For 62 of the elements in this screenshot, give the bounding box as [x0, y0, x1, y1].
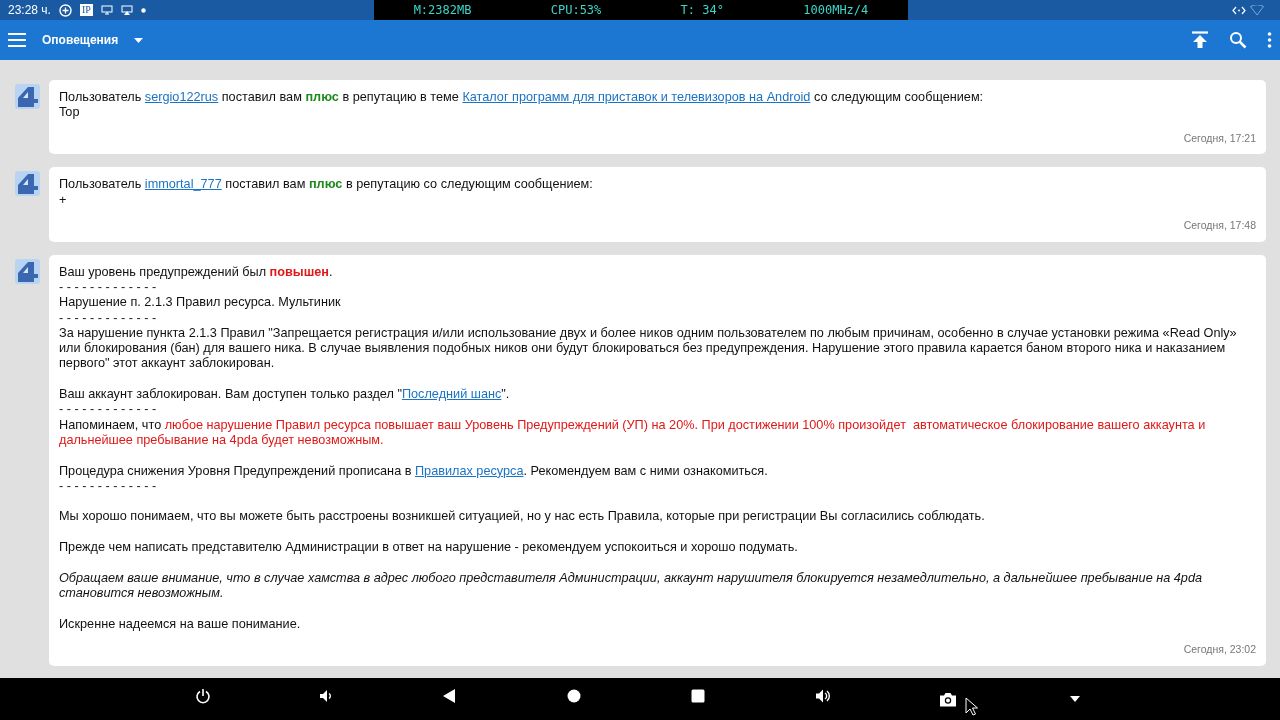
- volume-down-button[interactable]: [319, 688, 333, 703]
- separator-text: - - - - - - - - - - - - -: [59, 478, 158, 495]
- message-text: Ваш аккаунт заблокирован. Вам доступен только раздел "Последний шанс".: [59, 387, 511, 403]
- text-link[interactable]: Каталог программ для приставок и телевизоров на Android: [462, 90, 811, 104]
- back-button[interactable]: [443, 688, 455, 703]
- screenshot-button[interactable]: [939, 691, 957, 707]
- notification-time: Сегодня, 23:02: [1182, 641, 1256, 657]
- expand-button[interactable]: [1070, 696, 1080, 702]
- menu-button[interactable]: [8, 33, 26, 47]
- text-link[interactable]: sergio122rus: [144, 90, 219, 104]
- text-link[interactable]: Правилах ресурса: [415, 463, 524, 478]
- data-transfer-icon: [1232, 5, 1246, 15]
- home-button[interactable]: [567, 688, 581, 703]
- separator-text: - - - - - - - - - - - - -: [59, 310, 158, 326]
- volume-down-icon: [319, 688, 333, 703]
- message-text: Пользователь sergio122rus поставил вам плюс в репутацию в теме Каталог программ для приставок и телевизоров на Android со следующим сообщением:: [59, 90, 985, 106]
- message-text: Обращаем ваше внимание, что в случае хамства в адрес любого представителя Администрации, аккаунт нарушителя блокируется незамедлительно, а дальнейшее пребывание на 4pda становится невозможным.: [59, 570, 1203, 602]
- mouse-cursor-icon: [965, 696, 978, 716]
- logo-icon: [15, 258, 40, 284]
- text-link[interactable]: immortal_777: [144, 177, 222, 192]
- volume-up-icon: [815, 687, 831, 704]
- cast-icon: [120, 5, 133, 15]
- message-text: Процедура снижения Уровня Предупреждений прописана в Правилах ресурса. Рекомендуем вам с ними ознакомиться.: [59, 463, 769, 479]
- message-text: Пользователь immortal_777 поставил вам плюс в репутацию со следующим сообщением:: [59, 177, 594, 193]
- recent-apps-button[interactable]: [691, 688, 705, 703]
- search-button[interactable]: [1229, 31, 1247, 49]
- monitor-reading: CPU:53%: [550, 2, 602, 19]
- monitor-reading: M:2382MB: [413, 2, 472, 19]
- notification-time: Сегодня, 17:21: [1182, 130, 1256, 146]
- message-text: Нарушение п. 2.1.3 Правил ресурса. Мультиник: [59, 295, 342, 311]
- logo-icon: [15, 171, 40, 197]
- monitor-icon: [100, 5, 113, 15]
- recent-apps-icon: [691, 688, 705, 703]
- message-text: Искренне надеемся на ваше понимание.: [59, 616, 302, 632]
- message-text: Напоминаем, что любое нарушение Правил ресурса повышает ваш Уровень Предупреждений (УП) на 20%. При достижении 100% произойдет автоматическое блокирование вашего аккаунта и дальнейшее пребывание на 4pda будет невозможным.: [59, 417, 1207, 449]
- message-text: +: [59, 192, 68, 208]
- volume-up-button[interactable]: [815, 687, 831, 704]
- more-menu-button[interactable]: [1267, 32, 1272, 48]
- power-button[interactable]: [195, 687, 211, 704]
- separator-text: - - - - - - - - - - - - -: [59, 402, 158, 418]
- message-text: Top: [59, 105, 81, 121]
- text-link[interactable]: Последний шанс: [401, 387, 502, 402]
- message-text: Ваш уровень предупреждений был повышен.: [59, 264, 334, 280]
- message-text: За нарушение пункта 2.1.3 Правил "Запрещается регистрация и/или использование двух и более ников одним пользователем по любым причинам, особенно в случае установки режима «Read Only» или блокирования (бан) для вашего ника. В случае выявления подобных ников они будут блокироваться без предупреждения. Нарушение этого правила карается баном второго ника и наказанием первого" этот аккаунт заблокирован.: [59, 325, 1238, 372]
- home-icon: [567, 688, 581, 703]
- power-icon: [195, 687, 211, 704]
- notification-time: Сегодня, 17:48: [1182, 217, 1256, 233]
- scroll-top-button[interactable]: [1191, 31, 1209, 49]
- monitor-reading: T: 34°: [680, 2, 724, 19]
- wifi-icon: [1250, 4, 1264, 16]
- ip-badge: IP: [79, 4, 93, 16]
- message-text: Прежде чем написать представителю Администрации в ответ на нарушение - рекомендуем успокоиться и хорошо подумать.: [59, 540, 799, 556]
- logo-icon: [15, 84, 40, 109]
- status-time: 23:28 ч.: [8, 2, 51, 19]
- monitor-reading: 1000MHz/4: [803, 2, 869, 19]
- dot-icon: [140, 7, 146, 13]
- caret-down-icon: [134, 37, 144, 43]
- separator-text: - - - - - - - - - - - - -: [59, 280, 158, 296]
- message-text: Мы хорошо понимаем, что вы можете быть расстроены возникшей ситуацией, но у нас есть Правила, которые при регистрации Вы согласились соблюдать.: [59, 509, 986, 525]
- plus-circle-icon: [58, 3, 72, 17]
- back-icon: [443, 688, 455, 703]
- section-dropdown[interactable]: Оповещения: [42, 34, 144, 46]
